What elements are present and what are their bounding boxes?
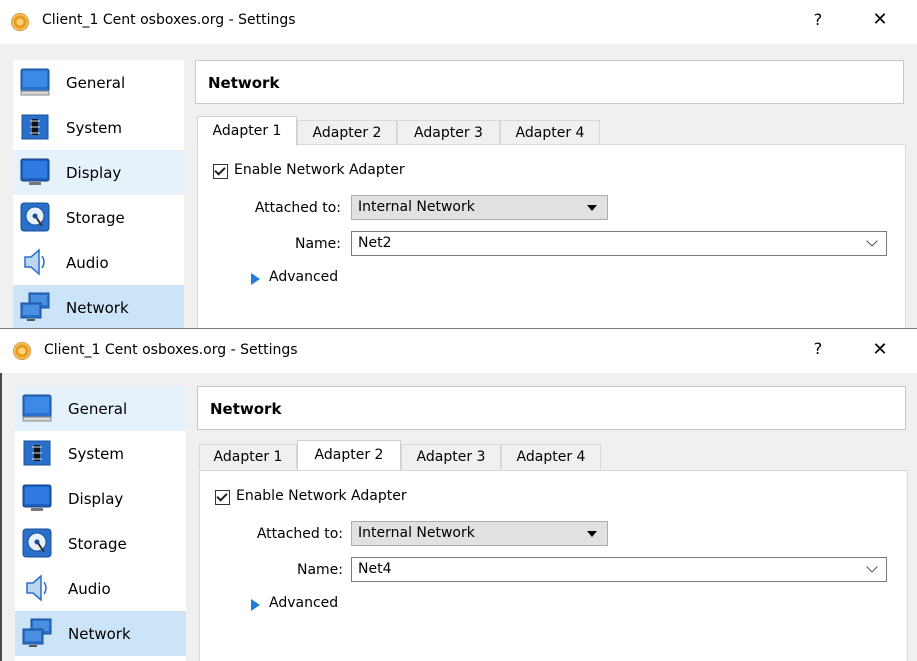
sidebar-item-general[interactable]: General: [15, 386, 186, 431]
sidebar-item-label: Display: [66, 164, 122, 182]
tab-adapter-2[interactable]: Adapter 2: [297, 120, 397, 145]
virtualbox-icon: [11, 13, 29, 31]
tab-adapter-3[interactable]: Adapter 3: [397, 120, 500, 145]
attached-to-label: Attached to:: [256, 526, 343, 542]
dropdown-arrow-icon: [587, 205, 597, 211]
help-button[interactable]: ?: [808, 339, 828, 358]
close-button[interactable]: ✕: [868, 339, 892, 360]
sidebar-item-display[interactable]: Display: [13, 150, 184, 195]
display-icon: [20, 158, 50, 185]
sidebar-item-system[interactable]: System: [13, 105, 184, 150]
close-button[interactable]: ✕: [868, 9, 892, 30]
sidebar-item-label: Storage: [68, 535, 127, 553]
expand-triangle-icon[interactable]: [251, 273, 260, 285]
settings-sidebar: General System Display Storage Audio Net…: [13, 60, 184, 328]
title-bar: Client_1 Cent osboxes.org - Settings ? ✕: [0, 331, 917, 373]
name-label: Name:: [294, 236, 341, 252]
attached-to-select[interactable]: Internal Network: [351, 521, 608, 546]
title-bar: Client_1 Cent osboxes.org - Settings ? ✕: [0, 0, 917, 44]
section-header: Network: [195, 60, 904, 104]
sidebar-item-label: General: [68, 400, 128, 418]
sidebar-item-label: Network: [68, 625, 131, 643]
sidebar-item-label: Display: [68, 490, 124, 508]
virtualbox-icon: [13, 342, 31, 360]
network-icon: [22, 618, 52, 647]
attached-to-value: Internal Network: [358, 199, 475, 215]
attached-to-select[interactable]: Internal Network: [351, 195, 608, 220]
enable-adapter-label[interactable]: Enable Network Adapter: [234, 162, 405, 178]
sidebar-item-storage[interactable]: Storage: [15, 521, 186, 566]
window-title: Client_1 Cent osboxes.org - Settings: [44, 342, 298, 358]
advanced-toggle[interactable]: Advanced: [269, 595, 338, 611]
tab-adapter-4[interactable]: Adapter 4: [500, 120, 600, 145]
network-name-combo[interactable]: Net2: [351, 231, 887, 256]
sidebar-item-network[interactable]: Network: [13, 285, 184, 328]
sidebar-item-audio[interactable]: Audio: [13, 240, 184, 285]
section-header: Network: [197, 386, 906, 430]
window-title: Client_1 Cent osboxes.org - Settings: [42, 12, 296, 28]
sidebar-item-storage[interactable]: Storage: [13, 195, 184, 240]
network-name-value: Net2: [358, 235, 392, 251]
audio-icon: [26, 574, 47, 602]
sidebar-item-label: Storage: [66, 209, 125, 227]
name-label: Name:: [296, 562, 343, 578]
settings-sidebar: General System Display Storage Audio Net…: [15, 386, 186, 661]
sidebar-item-label: Audio: [68, 580, 111, 598]
network-icon: [20, 292, 50, 321]
help-button[interactable]: ?: [808, 10, 828, 29]
sidebar-item-label: System: [68, 445, 124, 463]
sidebar-item-label: General: [66, 74, 126, 92]
expand-triangle-icon[interactable]: [251, 599, 260, 611]
network-name-value: Net4: [358, 561, 392, 577]
tab-adapter-1[interactable]: Adapter 1: [199, 444, 297, 469]
sidebar-item-label: Network: [66, 299, 129, 317]
system-icon: [23, 440, 51, 466]
adapter-panel: Enable Network Adapter Attached to: Inte…: [197, 144, 906, 328]
attached-to-label: Attached to:: [254, 200, 341, 216]
chevron-down-icon: [866, 235, 878, 247]
storage-icon: [20, 202, 50, 232]
sidebar-item-audio[interactable]: Audio: [15, 566, 186, 611]
enable-adapter-checkbox[interactable]: [215, 490, 230, 505]
display-icon: [22, 484, 52, 511]
chevron-down-icon: [866, 561, 878, 573]
network-name-combo[interactable]: Net4: [351, 557, 887, 582]
page-title: Network: [210, 400, 282, 418]
system-icon: [21, 114, 49, 140]
audio-icon: [24, 248, 45, 276]
sidebar-item-label: Audio: [66, 254, 109, 272]
settings-window-1: Client_1 Cent osboxes.org - Settings ? ✕…: [0, 0, 917, 329]
general-icon: [22, 394, 52, 422]
enable-adapter-label[interactable]: Enable Network Adapter: [236, 488, 407, 504]
sidebar-item-label: System: [66, 119, 122, 137]
advanced-toggle[interactable]: Advanced: [269, 269, 338, 285]
enable-adapter-checkbox[interactable]: [213, 164, 228, 179]
settings-window-2: Client_1 Cent osboxes.org - Settings ? ✕…: [0, 331, 917, 661]
general-icon: [20, 68, 50, 96]
sidebar-item-general[interactable]: General: [13, 60, 184, 105]
tab-adapter-2[interactable]: Adapter 2: [297, 440, 401, 470]
adapter-panel: Enable Network Adapter Attached to: Inte…: [199, 470, 908, 661]
tab-adapter-3[interactable]: Adapter 3: [401, 444, 501, 469]
tab-adapter-1[interactable]: Adapter 1: [197, 116, 297, 146]
sidebar-item-system[interactable]: System: [15, 431, 186, 476]
attached-to-value: Internal Network: [358, 525, 475, 541]
tab-adapter-4[interactable]: Adapter 4: [501, 444, 601, 469]
storage-icon: [22, 528, 52, 558]
page-title: Network: [208, 74, 280, 92]
sidebar-item-display[interactable]: Display: [15, 476, 186, 521]
sidebar-item-network[interactable]: Network: [15, 611, 186, 656]
dropdown-arrow-icon: [587, 531, 597, 537]
